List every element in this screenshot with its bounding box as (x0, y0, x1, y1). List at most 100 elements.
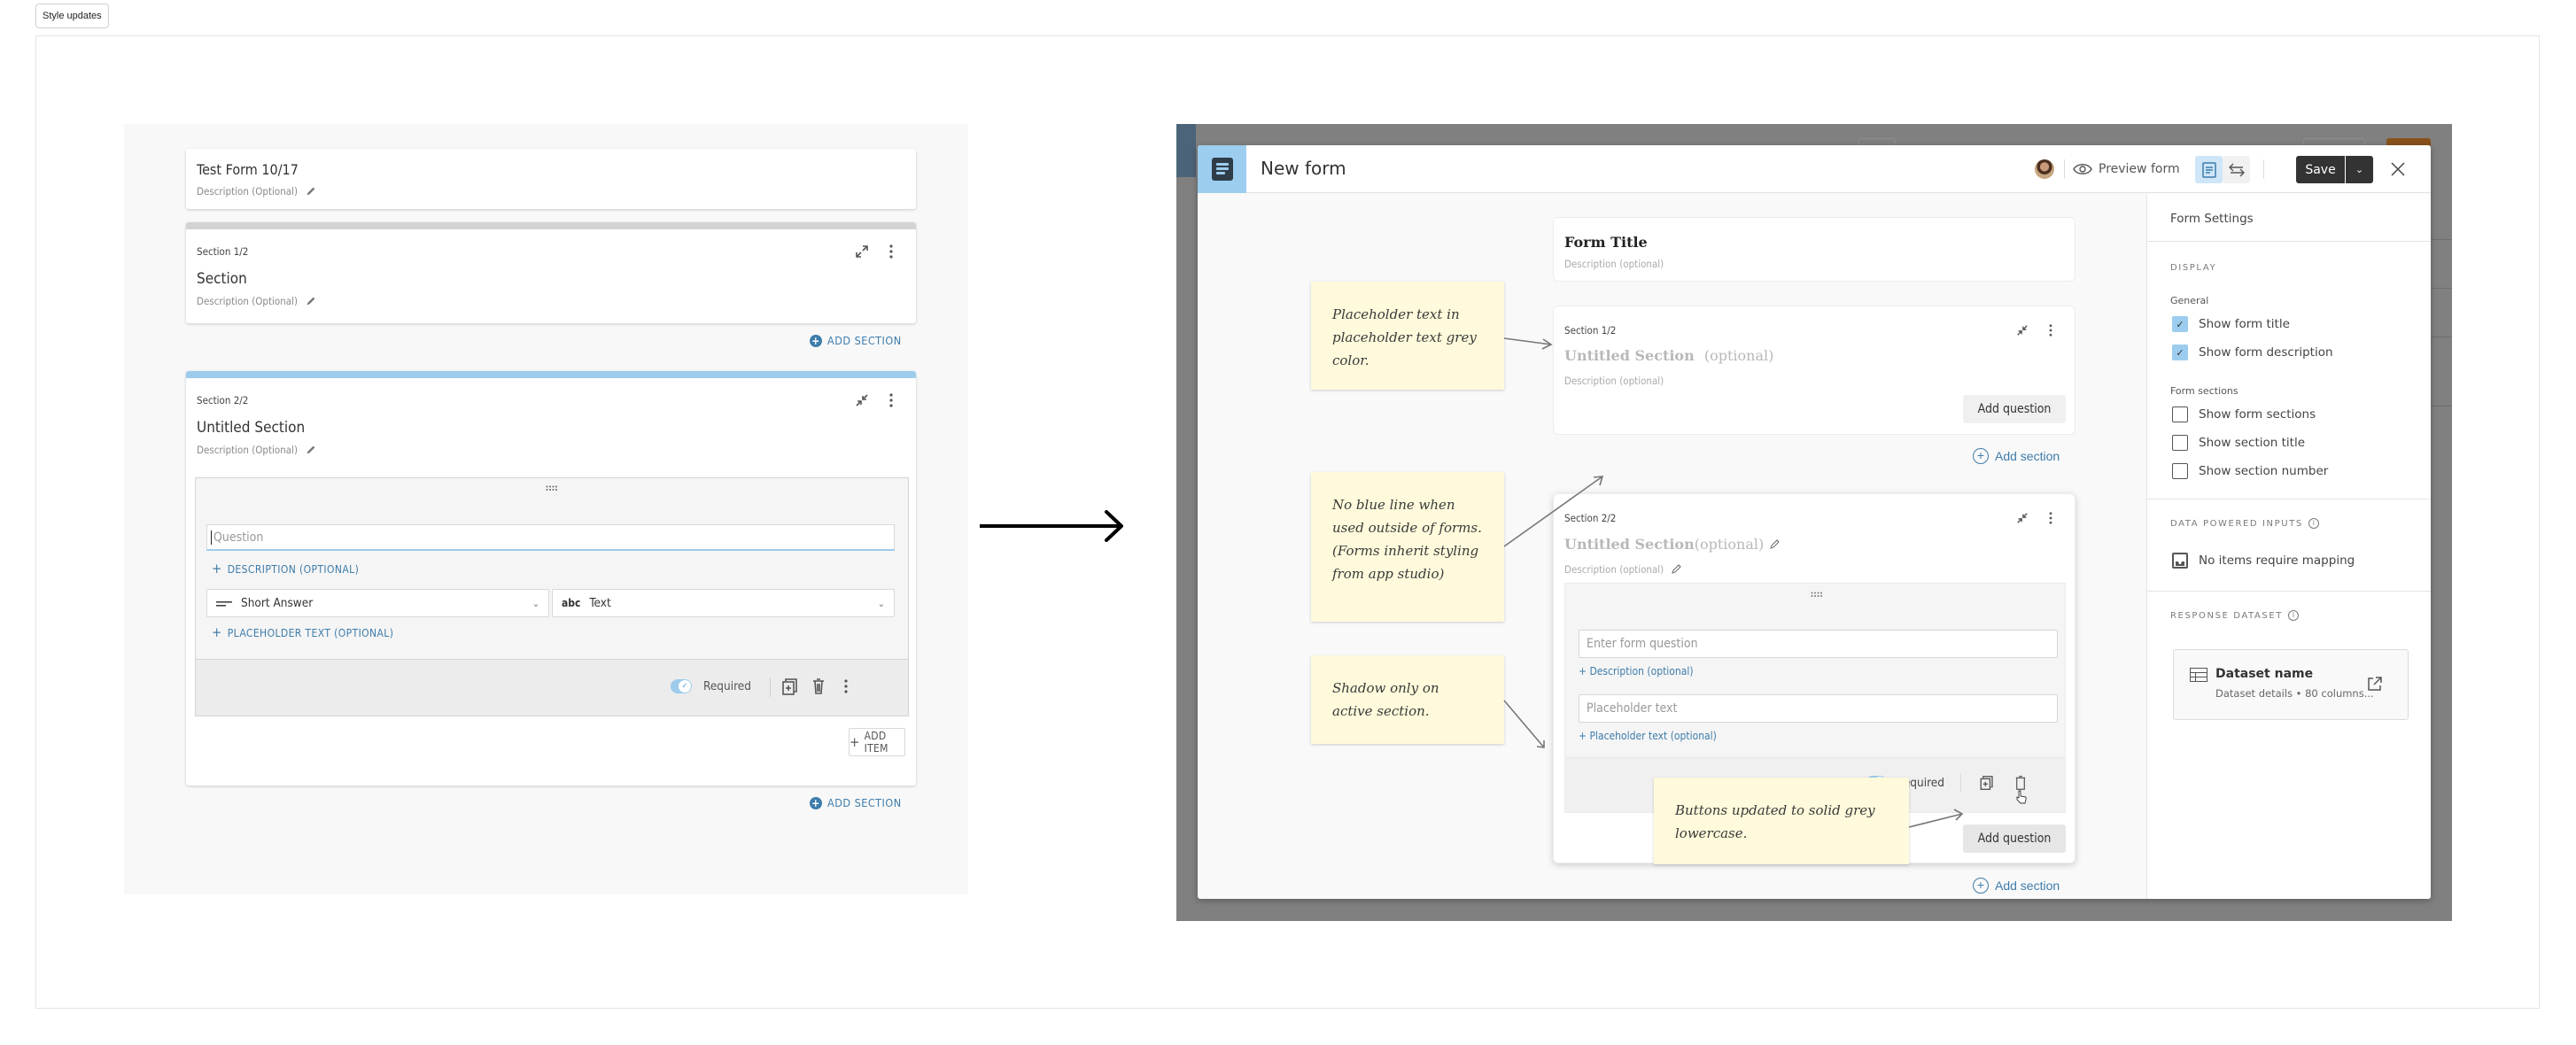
form-app-icon (1198, 145, 1246, 193)
section-title[interactable]: Untitled Section (197, 419, 305, 437)
more-options-icon[interactable] (881, 391, 901, 410)
question-placeholder: Question (213, 530, 264, 545)
section-description[interactable]: Description (Optional) (197, 444, 317, 456)
general-group-label: General (2170, 295, 2209, 306)
form-sections-group-label: Form sections (2170, 385, 2238, 397)
external-link-icon[interactable] (2367, 676, 2383, 692)
preview-form-button[interactable]: Preview form (2073, 157, 2180, 182)
section-description[interactable]: Description (optional) (1564, 563, 1681, 576)
placeholder-input[interactable]: Placeholder text (1579, 694, 2058, 723)
info-icon[interactable]: i (2287, 610, 2299, 621)
form-title[interactable]: Form Title (1564, 234, 1648, 251)
user-avatar[interactable] (2035, 159, 2054, 179)
background-divider (2431, 239, 2452, 240)
add-description-link[interactable]: + DESCRIPTION (OPTIONAL) (212, 561, 359, 577)
style-updates-tag[interactable]: Style updates (35, 4, 109, 28)
add-item-button[interactable]: + ADD ITEM (849, 728, 905, 756)
collapse-icon[interactable] (2013, 508, 2032, 528)
plus-circle-icon: + (1973, 878, 1989, 894)
save-button[interactable]: Save (2296, 156, 2345, 183)
add-placeholder-link[interactable]: + Placeholder text (optional) (1579, 730, 1717, 742)
section-counter: Section 2/2 (1564, 512, 1617, 524)
pencil-icon[interactable] (305, 185, 317, 197)
no-mapping-label: No items require mapping (2199, 553, 2355, 568)
annotation-arrow (1503, 337, 1552, 345)
divider (2064, 159, 2065, 179)
dataset-card[interactable]: Dataset name Dataset details • 80 column… (2173, 649, 2409, 720)
add-placeholder-link[interactable]: + PLACEHOLDER TEXT (OPTIONAL) (212, 624, 393, 640)
divider (770, 677, 771, 697)
info-icon[interactable]: i (2308, 518, 2319, 529)
answer-type-value: Short Answer (241, 596, 314, 610)
dataset-meta: Dataset details • 80 columns... (2215, 687, 2374, 700)
question-input[interactable]: Question (206, 524, 895, 551)
add-section-button[interactable]: + Add section (1973, 448, 2060, 464)
more-options-icon[interactable] (2041, 321, 2060, 340)
data-type-select[interactable]: abc Text ⌄ (552, 589, 895, 617)
show-section-number-checkbox[interactable]: Show section number (2172, 463, 2328, 479)
drag-handle-icon[interactable] (546, 485, 558, 492)
show-form-title-checkbox[interactable]: ✓ Show form title (2172, 316, 2290, 332)
annotation-note: Shadow only on active section. (1311, 655, 1504, 744)
expand-icon[interactable] (852, 242, 872, 261)
section-description[interactable]: Description (optional) (1564, 375, 1664, 387)
section-title[interactable]: Untitled Section(optional) (1564, 536, 1780, 553)
question-input[interactable]: Enter form question (1579, 630, 2058, 658)
checkbox-label: Show form description (2199, 345, 2333, 360)
plus-icon: + (212, 624, 222, 640)
pencil-icon[interactable] (305, 444, 317, 456)
add-section-button[interactable]: + ADD SECTION (810, 334, 902, 347)
add-description-link[interactable]: + Description (optional) (1579, 665, 1694, 677)
data-type-value: Text (589, 596, 611, 610)
duplicate-icon[interactable] (782, 678, 798, 696)
section-title[interactable]: Section (197, 270, 247, 288)
form-title[interactable]: Test Form 10/17 (197, 161, 299, 178)
pointer-cursor-icon (2016, 790, 2027, 804)
add-section-button[interactable]: + ADD SECTION (810, 796, 902, 809)
answer-type-select[interactable]: Short Answer ⌄ (206, 589, 549, 617)
mapping-view-button[interactable] (2223, 156, 2250, 183)
close-button[interactable] (2386, 158, 2409, 181)
drag-handle-icon[interactable] (1811, 592, 1823, 599)
show-section-title-checkbox[interactable]: Show section title (2172, 435, 2305, 451)
form-header-card: Test Form 10/17 Description (Optional) (186, 149, 916, 209)
show-form-sections-checkbox[interactable]: Show form sections (2172, 406, 2316, 422)
form-description[interactable]: Description (optional) (1564, 258, 1664, 270)
section-title-suffix: (optional) (1703, 347, 1774, 364)
pencil-icon[interactable] (1769, 538, 1780, 550)
check-icon: ✓ (679, 680, 691, 693)
table-icon (2190, 668, 2207, 682)
section-description[interactable]: Description (Optional) (197, 295, 317, 307)
more-options-icon[interactable] (881, 242, 901, 261)
form-view-button[interactable] (2195, 156, 2223, 183)
more-options-icon[interactable] (844, 679, 848, 693)
transition-arrow-icon (980, 510, 1123, 542)
short-answer-icon (216, 601, 232, 607)
chevron-down-icon: ⌄ (2355, 165, 2364, 175)
pencil-icon[interactable] (1671, 564, 1681, 575)
pencil-icon[interactable] (305, 295, 317, 307)
collapse-icon[interactable] (852, 391, 872, 410)
chevron-down-icon: ⌄ (531, 597, 539, 609)
section-title[interactable]: Untitled Section (optional) (1564, 347, 1773, 364)
section-title-text: Untitled Section (1564, 536, 1695, 553)
collapse-icon[interactable] (2013, 321, 2032, 340)
add-section-button[interactable]: + Add section (1973, 878, 2060, 894)
response-dataset-caption-text: RESPONSE DATASET (2170, 610, 2283, 621)
save-options-button[interactable]: ⌄ (2346, 156, 2373, 183)
add-question-button[interactable]: Add question (1963, 824, 2066, 853)
add-section-label: Add section (1995, 449, 2060, 463)
dataset-name: Dataset name (2215, 667, 2314, 681)
checkbox-label: Show section title (2199, 436, 2306, 450)
add-question-button[interactable]: Add question (1963, 395, 2066, 423)
form-description[interactable]: Description (Optional) (197, 185, 317, 197)
more-options-icon[interactable] (2041, 508, 2060, 528)
delete-icon[interactable] (2015, 774, 2026, 791)
delete-icon[interactable] (812, 677, 825, 695)
required-toggle[interactable]: ✓ (671, 679, 692, 693)
divider (2263, 159, 2264, 179)
show-form-description-checkbox[interactable]: ✓ Show form description (2172, 344, 2333, 360)
eye-icon (2073, 164, 2092, 174)
duplicate-icon[interactable] (1980, 776, 1994, 791)
before-form-preview: Test Form 10/17 Description (Optional) S… (124, 124, 968, 894)
